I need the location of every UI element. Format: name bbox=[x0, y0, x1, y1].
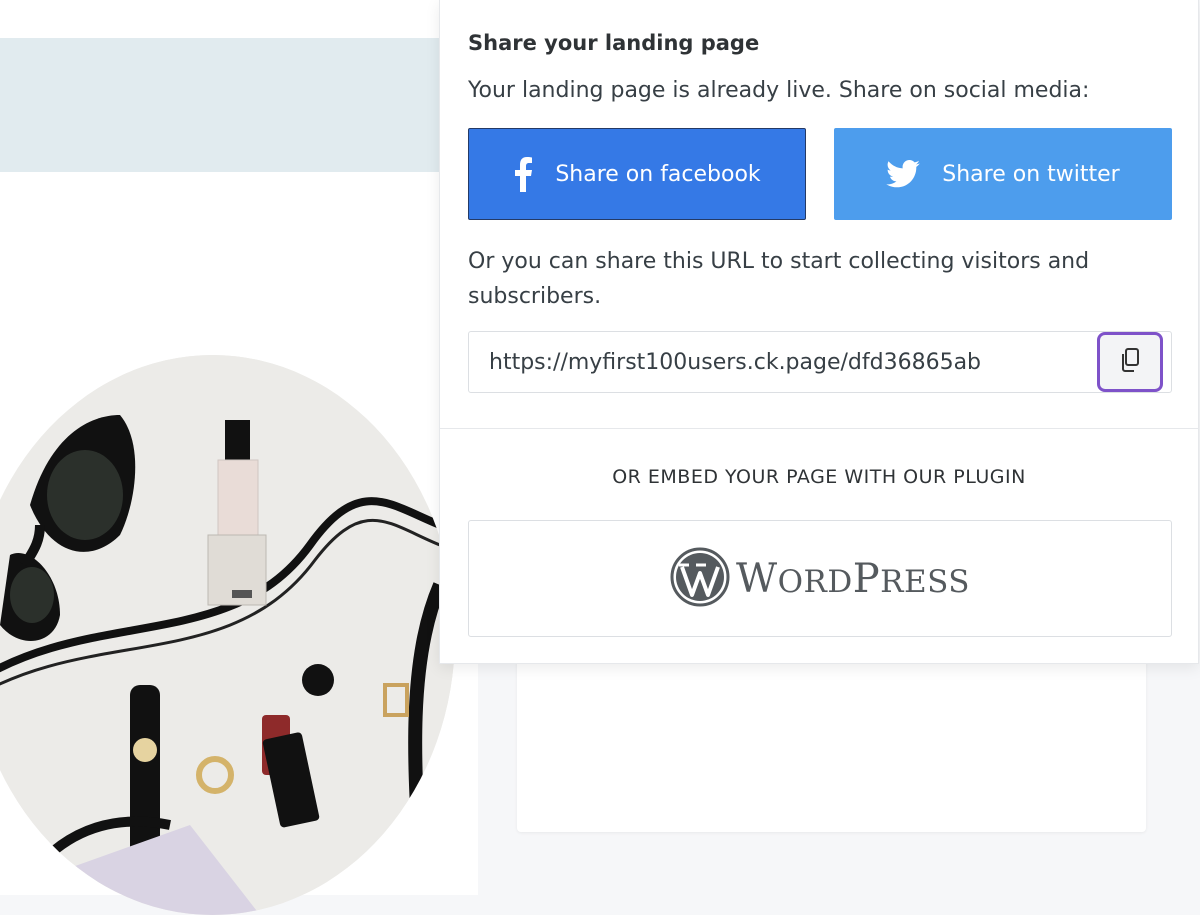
header-band bbox=[0, 38, 478, 172]
share-url-value[interactable]: https://myfirst100users.ck.page/dfd36865… bbox=[489, 350, 981, 375]
wordmark-ress: RESS bbox=[880, 563, 971, 600]
share-url-instructions: Or you can share this URL to start colle… bbox=[468, 249, 1090, 309]
share-twitter-label: Share on twitter bbox=[942, 161, 1120, 187]
wordmark-ord: ORD bbox=[777, 563, 853, 600]
share-facebook-button[interactable]: Share on facebook bbox=[468, 128, 806, 220]
section-divider bbox=[440, 428, 1198, 429]
wordmark-p: P bbox=[852, 555, 881, 602]
wordmark-w: W bbox=[735, 555, 778, 602]
twitter-icon bbox=[886, 160, 921, 188]
copy-icon bbox=[1118, 347, 1142, 377]
share-facebook-label: Share on facebook bbox=[555, 161, 761, 187]
copy-url-button[interactable] bbox=[1097, 332, 1163, 392]
wordpress-plugin-button[interactable]: WORDPRESS bbox=[468, 520, 1172, 637]
facebook-icon bbox=[513, 156, 533, 192]
embed-label: OR EMBED YOUR PAGE WITH OUR PLUGIN bbox=[612, 466, 1026, 488]
share-subtitle: Your landing page is already live. Share… bbox=[468, 78, 1090, 103]
share-popover: Share your landing page Your landing pag… bbox=[439, 0, 1199, 664]
share-title: Share your landing page bbox=[468, 31, 760, 55]
share-twitter-button[interactable]: Share on twitter bbox=[834, 128, 1172, 220]
wordpress-logo-icon bbox=[670, 547, 730, 611]
wordpress-wordmark: WORDPRESS bbox=[736, 556, 970, 602]
share-url-field[interactable]: https://myfirst100users.ck.page/dfd36865… bbox=[468, 331, 1172, 393]
content-card bbox=[517, 640, 1146, 832]
